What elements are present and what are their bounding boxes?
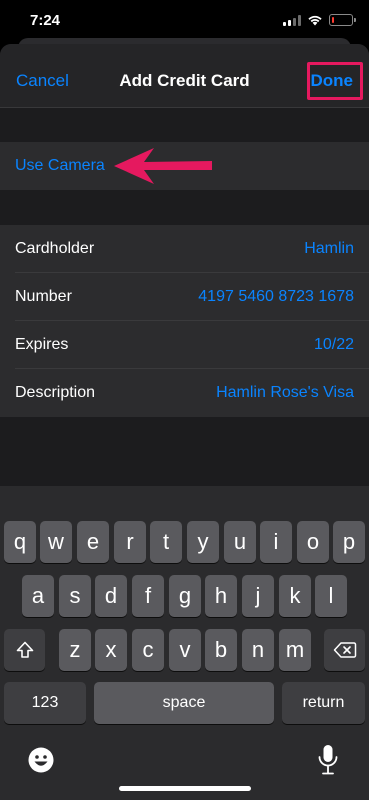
field-row-number[interactable]: Number 4197 5460 8723 1678 [0, 273, 369, 321]
numbers-key[interactable]: 123 [4, 682, 86, 724]
field-label: Description [15, 384, 96, 401]
key-c[interactable]: c [132, 629, 164, 671]
shift-icon [16, 641, 33, 658]
field-value[interactable]: 10/22 [314, 336, 354, 354]
field-label: Expires [15, 336, 69, 353]
key-u[interactable]: u [224, 521, 256, 563]
cellular-signal-icon [283, 14, 301, 26]
delete-icon [333, 642, 356, 658]
key-b[interactable]: b [205, 629, 237, 671]
key-d[interactable]: d [95, 575, 127, 617]
shift-key[interactable] [4, 629, 45, 671]
key-k[interactable]: k [279, 575, 311, 617]
home-indicator[interactable] [119, 786, 251, 791]
done-highlight-box [307, 62, 363, 100]
key-q[interactable]: q [4, 521, 36, 563]
key-s[interactable]: s [59, 575, 91, 617]
delete-key[interactable] [324, 629, 365, 671]
key-r[interactable]: r [114, 521, 146, 563]
field-value[interactable]: Hamlin Rose's Visa [216, 384, 354, 402]
wifi-icon [308, 15, 322, 26]
field-value[interactable]: Hamlin [304, 240, 354, 258]
field-label: Number [15, 288, 72, 305]
status-icons [283, 14, 356, 26]
emoji-icon[interactable] [27, 746, 55, 774]
field-row-expires[interactable]: Expires 10/22 [0, 321, 369, 369]
key-f[interactable]: f [132, 575, 164, 617]
key-v[interactable]: v [169, 629, 201, 671]
add-card-sheet: Cancel Add Credit Card Done Use Camera C… [0, 44, 369, 486]
status-time: 7:24 [30, 12, 61, 29]
key-x[interactable]: x [95, 629, 127, 671]
key-t[interactable]: t [150, 521, 182, 563]
key-o[interactable]: o [297, 521, 329, 563]
key-m[interactable]: m [279, 629, 311, 671]
key-a[interactable]: a [22, 575, 54, 617]
battery-icon [329, 14, 356, 26]
field-row-cardholder[interactable]: Cardholder Hamlin [0, 225, 369, 273]
key-w[interactable]: w [40, 521, 72, 563]
cancel-button[interactable]: Cancel [16, 71, 69, 91]
key-g[interactable]: g [169, 575, 201, 617]
return-key[interactable]: return [282, 682, 365, 724]
key-j[interactable]: j [242, 575, 274, 617]
arrow-left-icon [114, 148, 212, 184]
key-e[interactable]: e [77, 521, 109, 563]
key-n[interactable]: n [242, 629, 274, 671]
key-p[interactable]: p [333, 521, 365, 563]
keyboard: q w e r t y u i o p a s d f g h j k l z … [0, 486, 369, 800]
key-h[interactable]: h [205, 575, 237, 617]
field-row-description[interactable]: Description Hamlin Rose's Visa [0, 369, 369, 417]
key-y[interactable]: y [187, 521, 219, 563]
key-i[interactable]: i [260, 521, 292, 563]
field-value[interactable]: 4197 5460 8723 1678 [198, 288, 354, 306]
battery-level [331, 16, 334, 23]
nav-bar: Cancel Add Credit Card Done [0, 44, 369, 108]
key-l[interactable]: l [315, 575, 347, 617]
key-z[interactable]: z [59, 629, 91, 671]
space-key[interactable]: space [94, 682, 274, 724]
field-label: Cardholder [15, 240, 95, 257]
use-camera-button[interactable]: Use Camera [15, 157, 105, 175]
microphone-icon[interactable] [317, 744, 339, 776]
